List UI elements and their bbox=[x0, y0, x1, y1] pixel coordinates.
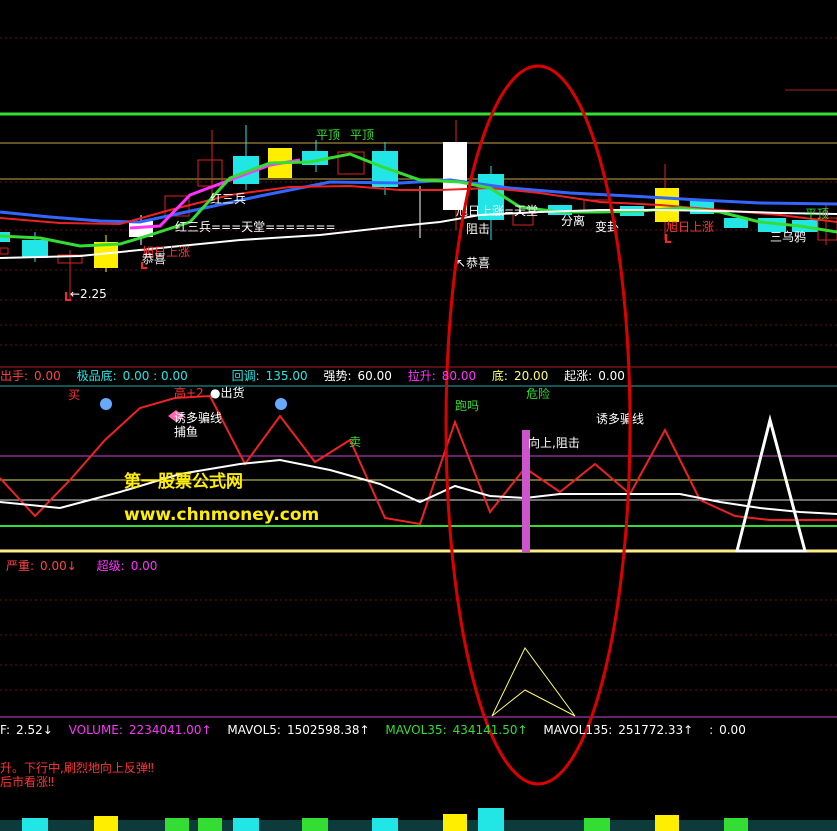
blue-ma-line bbox=[0, 178, 837, 224]
vol-hdr-0: F: 2.52↓ bbox=[0, 723, 53, 737]
buy-markers bbox=[65, 234, 671, 301]
label-pao-ma: 跑吗 bbox=[455, 399, 479, 413]
ind1-hdr-1: 极品底: 0.00 : 0.00 bbox=[76, 369, 188, 383]
ind1-hdr-5: 底: 20.00 bbox=[491, 369, 549, 383]
ind1-hdr-6: 起涨: 0.00 bbox=[564, 369, 625, 383]
watermark-url: www.chnmoney.com bbox=[124, 505, 319, 525]
volume-panel[interactable] bbox=[0, 808, 837, 831]
ind1-blue-dot-1 bbox=[100, 398, 112, 410]
label-wei-xian: 危险 bbox=[526, 386, 550, 401]
label-you-duo-pian-xian-2: 诱多骗线 bbox=[596, 411, 644, 426]
label-xiang-shang-zu-ji: 向上,阻击 bbox=[528, 435, 580, 450]
ind1-white-spike bbox=[735, 414, 807, 553]
label-mai: 买 bbox=[68, 388, 80, 402]
label-gong-xi: ↖恭喜 bbox=[456, 256, 490, 270]
label-bu-yu: 捕鱼 bbox=[174, 424, 198, 439]
label-mai-sell: 卖 bbox=[349, 435, 361, 449]
vol-hdr-5: :0.00 bbox=[709, 723, 746, 737]
label-ping-ding-1: 平顶 bbox=[316, 128, 340, 142]
indicator2-header: 严重: 0.00↓ 超级: 0.00 bbox=[6, 558, 169, 574]
label-xu-ri-tiantang: 旭日上涨=天堂 bbox=[456, 203, 538, 218]
label-ping-ding-right: 平顶 bbox=[805, 207, 829, 221]
indicator1-panel[interactable]: 买 高+2 ●出货 诱多骗线 捕鱼 卖 跑吗 危险 诱多骗线 向上,阻击 第一股… bbox=[0, 385, 837, 553]
volume-note-2: 后市看涨‼ bbox=[0, 775, 54, 789]
ind1-hdr-3: 强势: 60.00 bbox=[323, 369, 392, 383]
label-zu-ji: 阻击 bbox=[466, 222, 490, 236]
vol-hdr-1: VOLUME: 2234041.00↑ bbox=[68, 723, 212, 737]
label-low-price: ←2.25 bbox=[70, 287, 107, 301]
ind2-yellow-arrow bbox=[491, 647, 576, 717]
volume-bars bbox=[0, 808, 837, 831]
label-gao: 高+2 bbox=[174, 385, 204, 400]
ind2-hdr-1: 超级: 0.00 bbox=[96, 559, 158, 573]
label-xu-ri-right: 旭日上涨 bbox=[666, 219, 714, 234]
ind1-hdr-2: 回调: 135.00 bbox=[231, 369, 308, 383]
vol-hdr-4: MAVOL135: 251772.33↑ bbox=[543, 723, 694, 737]
label-gong-xi-left: 恭喜 bbox=[142, 252, 166, 266]
label-hong-san-bing: 红三兵 bbox=[210, 191, 246, 206]
watermark-title: 第一股票公式网 bbox=[124, 471, 243, 492]
ind2-hdr-0: 严重: 0.00↓ bbox=[6, 559, 77, 573]
main-chart-panel[interactable]: 平顶 平顶 红三兵 红三兵===天堂======= 旭日上涨 恭喜 ←2.25 … bbox=[0, 37, 837, 346]
white-ma-line bbox=[0, 209, 837, 259]
label-ping-ding-2: 平顶 bbox=[350, 128, 374, 142]
indicator2-panel[interactable] bbox=[0, 599, 837, 718]
label-you-duo-pian-xian: 诱多骗线 bbox=[174, 410, 222, 425]
ind1-signal-labels: 买 高+2 ●出货 诱多骗线 捕鱼 卖 跑吗 危险 诱多骗线 向上,阻击 bbox=[68, 385, 644, 450]
label-hong-san-bing-tiantang: 红三兵===天堂======= bbox=[175, 219, 336, 234]
vol-hdr-2: MAVOL5: 1502598.38↑ bbox=[227, 723, 370, 737]
ind2-grid bbox=[0, 599, 837, 691]
stock-chart-scene: 平顶 平顶 红三兵 红三兵===天堂======= 旭日上涨 恭喜 ←2.25 … bbox=[0, 37, 837, 831]
indicator1-header: 出手: 0.00 极品底: 0.00 : 0.00 回调: 135.00 强势: 60.… bbox=[0, 368, 637, 384]
label-chu-huo: ●出货 bbox=[210, 385, 244, 400]
ind1-blue-dot-2 bbox=[275, 398, 287, 410]
label-san-wu-ya: 三乌鸦 bbox=[770, 229, 806, 244]
ind1-hdr-4: 拉升: 80.00 bbox=[407, 369, 477, 383]
volume-header: F: 2.52↓ VOLUME: 2234041.00↑ MAVOL5: 150259… bbox=[0, 722, 758, 738]
main-grid bbox=[0, 37, 837, 346]
vol-hdr-3: MAVOL35: 434141.50↑ bbox=[385, 723, 528, 737]
label-fen-li: 分离 bbox=[561, 213, 585, 228]
ind1-hdr-0: 出手: 0.00 bbox=[0, 369, 61, 383]
